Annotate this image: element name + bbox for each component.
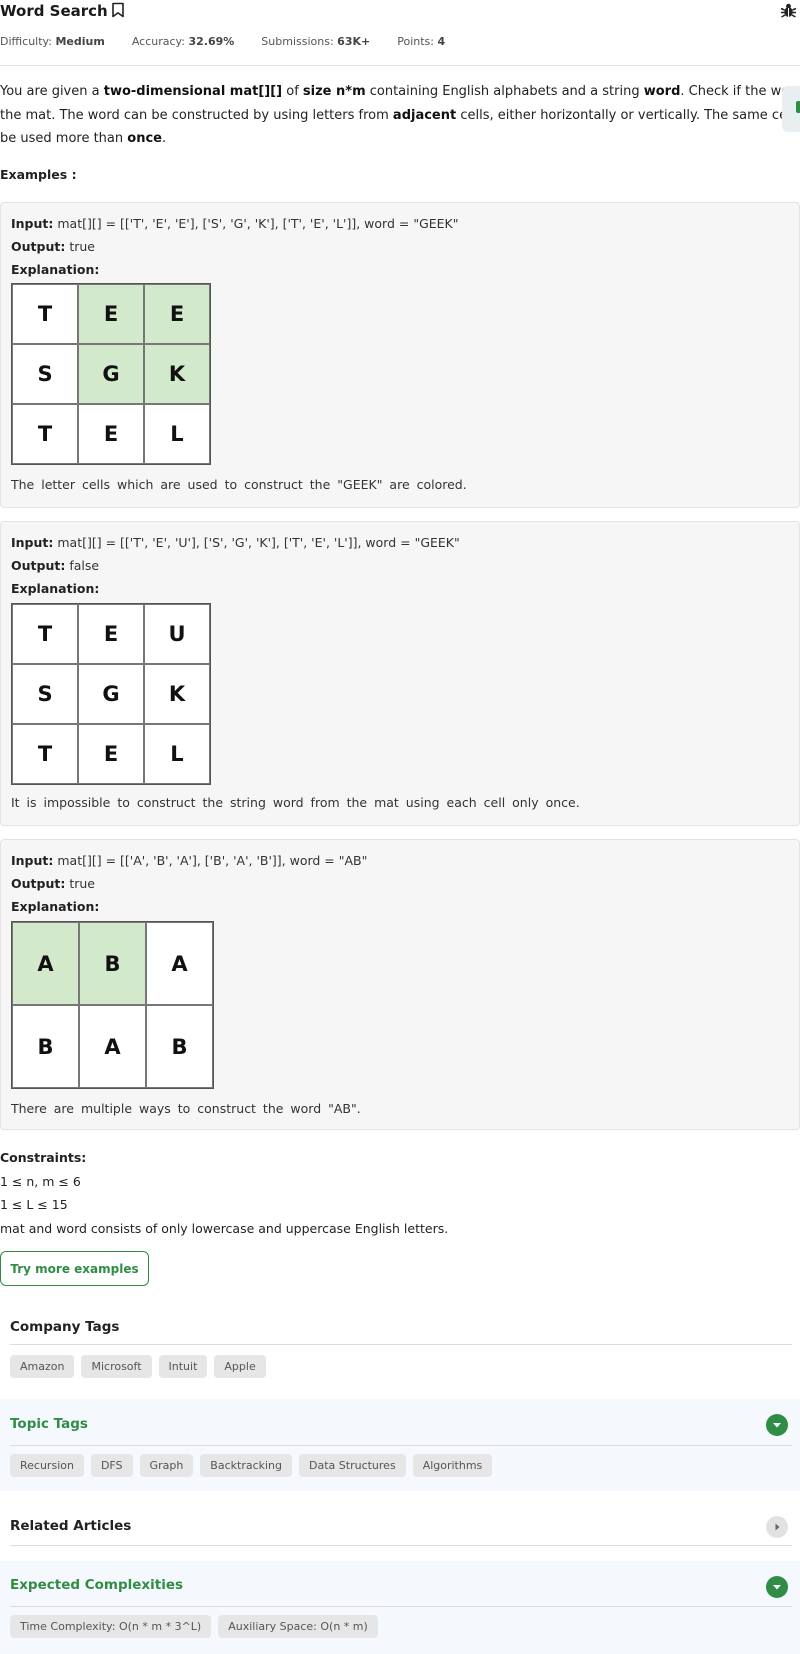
- example-explanation-label: Explanation:: [11, 581, 100, 596]
- letter-grid: TEESGKTEL: [11, 283, 211, 465]
- grid-cell-highlighted: G: [78, 344, 144, 404]
- accuracy-value: 32.69%: [188, 35, 235, 48]
- example-note: The letter cells which are used to const…: [11, 477, 467, 492]
- example-box: Input: mat[][] = [['T', 'E', 'U'], ['S', …: [0, 521, 800, 826]
- grid-cell: T: [12, 404, 78, 464]
- example-box: Input: mat[][] = [['T', 'E', 'E'], ['S', …: [0, 202, 800, 508]
- divider: [10, 1445, 792, 1446]
- grid-cell-highlighted: E: [78, 284, 144, 344]
- statement-line-3: be used more than once.: [0, 131, 167, 146]
- points-meta: Points: 4: [397, 35, 446, 48]
- grid-cell: B: [146, 1005, 213, 1088]
- constraints-title: Constraints:: [0, 1150, 87, 1165]
- company-tag[interactable]: Apple: [214, 1355, 266, 1378]
- letter-grid: TEU SGK TEL: [11, 603, 211, 785]
- related-articles-section: Related Articles: [0, 1501, 800, 1553]
- time-complexity-tag: Time Complexity: O(n * m * 3^L): [10, 1615, 212, 1638]
- company-tags-title: Company Tags: [10, 1319, 120, 1335]
- topic-tag[interactable]: Backtracking: [200, 1454, 293, 1477]
- difficulty-meta: Difficulty: Medium: [0, 35, 105, 48]
- company-tag[interactable]: Intuit: [158, 1355, 208, 1378]
- constraint-line: mat and word consists of only lowercase …: [0, 1220, 449, 1236]
- grid-cell: S: [12, 344, 78, 404]
- expected-complexities-section: Expected Complexities Time Complexity: O…: [0, 1561, 800, 1654]
- try-more-examples-button[interactable]: Try more examples: [0, 1251, 149, 1286]
- divider: [10, 1606, 792, 1607]
- statement-line-1: You are given a two-dimensional mat[][] …: [0, 84, 800, 99]
- constraints: Constraints: 1 ≤ n, m ≤ 6 1 ≤ L ≤ 15 mat…: [0, 1146, 448, 1240]
- grid-cell: U: [144, 604, 210, 664]
- grid-cell-highlighted: A: [12, 922, 79, 1005]
- divider: [10, 1545, 792, 1546]
- title-row: Word Search: [0, 0, 125, 22]
- grid-cell: S: [12, 664, 78, 724]
- example-note: It is impossible to construct the string…: [11, 795, 580, 810]
- company-tag[interactable]: Amazon: [10, 1355, 75, 1378]
- expected-complexities-title[interactable]: Expected Complexities: [10, 1577, 183, 1593]
- example-note: There are multiple ways to construct the…: [11, 1101, 361, 1116]
- side-panel-tab[interactable]: [782, 86, 800, 132]
- auxiliary-space-tag: Auxiliary Space: O(n * m): [218, 1615, 378, 1638]
- problem-meta: Difficulty: Medium Accuracy: 32.69% Subm…: [0, 35, 472, 48]
- grid-cell-highlighted: E: [144, 284, 210, 344]
- example-input: Input: mat[][] = [['A', 'B', 'A'], ['B', …: [11, 853, 368, 868]
- chevron-down-icon[interactable]: [766, 1576, 788, 1598]
- submissions-value: 63K+: [337, 35, 371, 48]
- grid-cell: B: [12, 1005, 79, 1088]
- example-output: Output: false: [11, 558, 100, 573]
- bug-icon[interactable]: [780, 2, 797, 23]
- company-tags-list: Amazon Microsoft Intuit Apple: [10, 1355, 273, 1378]
- constraint-line: 1 ≤ L ≤ 15: [0, 1197, 68, 1212]
- chevron-down-icon[interactable]: [766, 1414, 788, 1436]
- grid-cell: G: [78, 664, 144, 724]
- topic-tags-section: Topic Tags Recursion DFS Graph Backtrack…: [0, 1399, 800, 1491]
- example-output: Output: true: [11, 876, 95, 891]
- problem-title: Word Search: [0, 2, 108, 20]
- difficulty-value: Medium: [55, 35, 105, 48]
- topic-tag[interactable]: Algorithms: [412, 1454, 493, 1477]
- topic-tag[interactable]: Graph: [139, 1454, 194, 1477]
- statement-line-2: the mat. The word can be constructed by …: [0, 107, 800, 123]
- submissions-meta: Submissions: 63K+: [261, 35, 371, 48]
- company-tag[interactable]: Microsoft: [81, 1355, 152, 1378]
- problem-statement: You are given a two-dimensional mat[][] …: [0, 80, 800, 151]
- example-box: Input: mat[][] = [['A', 'B', 'A'], ['B', …: [0, 839, 800, 1130]
- example-input: Input: mat[][] = [['T', 'E', 'E'], ['S', …: [11, 216, 459, 231]
- grid-cell: A: [79, 1005, 146, 1088]
- letter-grid: ABABAB: [11, 921, 214, 1089]
- related-articles-title[interactable]: Related Articles: [10, 1518, 131, 1534]
- grid-cell: E: [78, 724, 144, 784]
- divider: [10, 1344, 792, 1345]
- grid-cell-highlighted: B: [79, 922, 146, 1005]
- example-output: Output: true: [11, 239, 95, 254]
- points-value: 4: [437, 35, 446, 48]
- grid-cell: L: [144, 404, 210, 464]
- example-explanation-label: Explanation:: [11, 262, 100, 277]
- grid-cell-highlighted: K: [144, 344, 210, 404]
- grid-cell: T: [12, 724, 78, 784]
- example-explanation-label: Explanation:: [11, 899, 100, 914]
- grid-cell: E: [78, 604, 144, 664]
- problem-header: Word Search Difficulty: Medium Accuracy:…: [0, 0, 800, 66]
- accuracy-meta: Accuracy: 32.69%: [131, 35, 235, 48]
- company-tags-section: Company Tags Amazon Microsoft Intuit App…: [0, 1307, 800, 1389]
- topic-tags-list: Recursion DFS Graph Backtracking Data St…: [10, 1454, 499, 1477]
- example-input: Input: mat[][] = [['T', 'E', 'U'], ['S', …: [11, 535, 460, 550]
- examples-heading: Examples :: [0, 167, 77, 182]
- grid-cell: T: [12, 284, 78, 344]
- grid-cell: T: [12, 604, 78, 664]
- grid-cell: L: [144, 724, 210, 784]
- topic-tag[interactable]: Recursion: [10, 1454, 84, 1477]
- topic-tags-title[interactable]: Topic Tags: [10, 1416, 88, 1432]
- constraint-line: 1 ≤ n, m ≤ 6: [0, 1173, 81, 1189]
- topic-tag[interactable]: DFS: [90, 1454, 133, 1477]
- grid-cell: A: [146, 922, 213, 1005]
- bookmark-icon[interactable]: [111, 2, 125, 22]
- grid-cell: K: [144, 664, 210, 724]
- grid-cell: E: [78, 404, 144, 464]
- complexity-tags-list: Time Complexity: O(n * m * 3^L) Auxiliar…: [10, 1615, 385, 1638]
- topic-tag[interactable]: Data Structures: [299, 1454, 406, 1477]
- caret-right-icon[interactable]: [766, 1516, 788, 1538]
